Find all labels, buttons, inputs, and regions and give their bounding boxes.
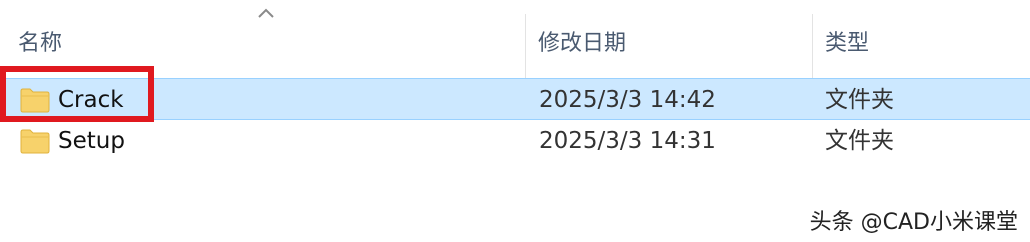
list-item-setup[interactable]: Setup 2025/3/3 14:31 文件夹	[0, 120, 1030, 162]
column-header-date[interactable]: 修改日期	[526, 0, 812, 78]
folder-icon	[20, 129, 50, 154]
file-name: Setup	[58, 128, 125, 154]
column-header-type-label: 类型	[825, 31, 870, 56]
modified-date: 2025/3/3 14:31	[539, 128, 716, 154]
column-header-date-label: 修改日期	[538, 31, 627, 56]
column-header-row: 名称 修改日期 类型	[0, 0, 1030, 78]
watermark: 头条 @CAD小米课堂	[809, 210, 1018, 235]
sort-ascending-icon	[258, 8, 274, 18]
column-header-type[interactable]: 类型	[813, 0, 1030, 78]
modified-date: 2025/3/3 14:42	[539, 87, 716, 113]
red-highlight-annotation	[0, 66, 154, 122]
file-type: 文件夹	[825, 87, 894, 113]
file-list: 名称 修改日期 类型 Crack 2025/3/3 14:42 文件夹 Setu…	[0, 0, 1030, 242]
list-item-crack[interactable]: Crack 2025/3/3 14:42 文件夹	[0, 78, 1030, 120]
file-type: 文件夹	[825, 128, 894, 154]
column-header-name-label: 名称	[18, 31, 63, 56]
